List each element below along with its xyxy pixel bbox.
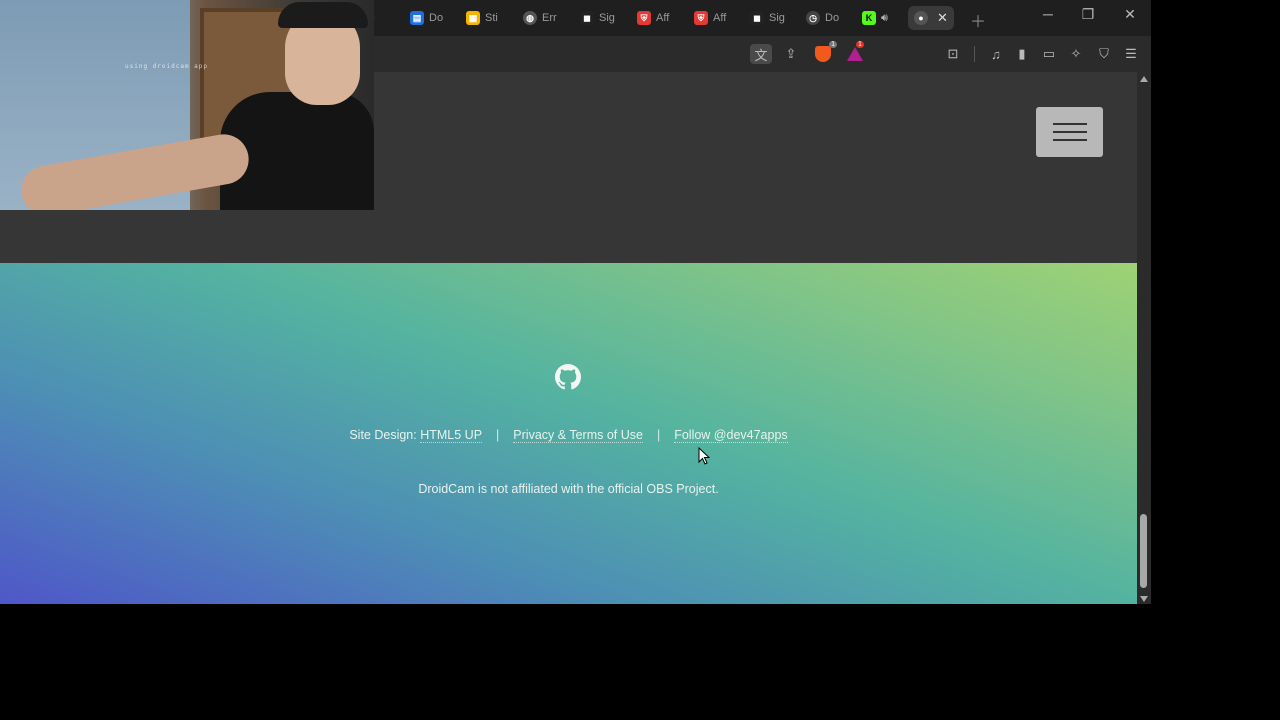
music-icon[interactable]: ♫: [985, 44, 1007, 64]
hamburger-menu-button[interactable]: [1036, 107, 1103, 157]
tab-label: Err: [542, 12, 557, 24]
footer-links: Site Design: HTML5 UP | Privacy & Terms …: [0, 428, 1137, 443]
site-design-credit: Site Design: HTML5 UP: [335, 428, 496, 443]
webcam-overlay: using droidcam app: [0, 0, 374, 210]
webcam-watermark: using droidcam app: [125, 63, 209, 70]
github-icon[interactable]: [555, 364, 581, 390]
follow-link[interactable]: Follow @dev47apps: [674, 428, 788, 443]
rewards-count: 1: [856, 41, 864, 48]
webcam-person-cap: [278, 2, 368, 28]
tab-close-icon[interactable]: ✕: [937, 10, 948, 26]
tab-5[interactable]: ◼ Sig: [580, 6, 618, 30]
share-icon[interactable]: ⇪: [780, 44, 802, 64]
notion-icon: ◼: [580, 11, 594, 25]
tab-4[interactable]: ◍ Err: [523, 6, 561, 30]
site-design-label: Site Design:: [349, 428, 417, 442]
tab-8[interactable]: ◼ Sig: [750, 6, 788, 30]
close-window-icon[interactable]: ✕: [1118, 6, 1142, 23]
tab-6[interactable]: ⛨ Aff: [637, 6, 675, 30]
tab-label: Aff: [656, 12, 670, 24]
tab-label: Sig: [769, 12, 785, 24]
tab-label: Do: [825, 12, 840, 24]
speaker-icon: 🔊︎: [881, 11, 888, 24]
tab-3[interactable]: ▦ Sti: [466, 6, 506, 30]
toolbar-divider: [974, 46, 975, 62]
tab-label: Sig: [599, 12, 615, 24]
scroll-down-icon[interactable]: [1140, 596, 1148, 602]
privacy-terms-link[interactable]: Privacy & Terms of Use: [513, 428, 643, 443]
wallet-icon[interactable]: ▭: [1038, 44, 1060, 64]
tab-active[interactable]: ● ✕: [908, 6, 954, 30]
html5up-link[interactable]: HTML5 UP: [420, 428, 483, 443]
clock-icon: ◷: [806, 11, 820, 25]
tab-label: Aff: [713, 12, 727, 24]
brave-rewards-icon[interactable]: 1: [844, 41, 866, 64]
docs-icon: ▤: [410, 11, 424, 25]
leo-ai-icon[interactable]: ✧: [1065, 44, 1087, 64]
sidebar-icon[interactable]: ▮: [1011, 44, 1033, 64]
shield-count: 1: [829, 41, 837, 48]
shield-red-icon: ⛨: [637, 11, 651, 25]
tab-9[interactable]: ◷ Do: [806, 6, 844, 30]
sheets-icon: ▦: [466, 11, 480, 25]
kick-icon: K: [862, 11, 876, 25]
droidcam-icon: ●: [914, 11, 928, 25]
globe-icon: ◍: [523, 11, 537, 25]
translate-icon[interactable]: 文: [750, 44, 772, 64]
tab-kick[interactable]: K 🔊︎: [862, 6, 900, 30]
new-tab-button[interactable]: ＋: [970, 8, 986, 32]
screenshot-icon[interactable]: ⊡: [942, 44, 964, 64]
scroll-thumb[interactable]: [1140, 514, 1147, 588]
page-scrollbar[interactable]: [1137, 72, 1151, 604]
tab-label: Do: [429, 12, 444, 24]
tab-7[interactable]: ⛨ Aff: [694, 6, 732, 30]
minimize-icon[interactable]: ─: [1036, 6, 1060, 22]
notion-icon: ◼: [750, 11, 764, 25]
menu-icon[interactable]: ☰: [1120, 44, 1142, 64]
tab-2[interactable]: ▤ Do: [410, 6, 450, 30]
site-footer: Site Design: HTML5 UP | Privacy & Terms …: [0, 263, 1137, 604]
vpn-icon[interactable]: ⛉: [1093, 44, 1115, 64]
restore-icon[interactable]: ❐: [1076, 6, 1100, 23]
shield-red-icon: ⛨: [694, 11, 708, 25]
scroll-up-icon[interactable]: [1140, 76, 1148, 82]
tab-label: Sti: [485, 12, 498, 24]
brave-shield-icon[interactable]: 1: [812, 41, 837, 64]
obs-disclaimer: DroidCam is not affiliated with the offi…: [418, 482, 719, 496]
